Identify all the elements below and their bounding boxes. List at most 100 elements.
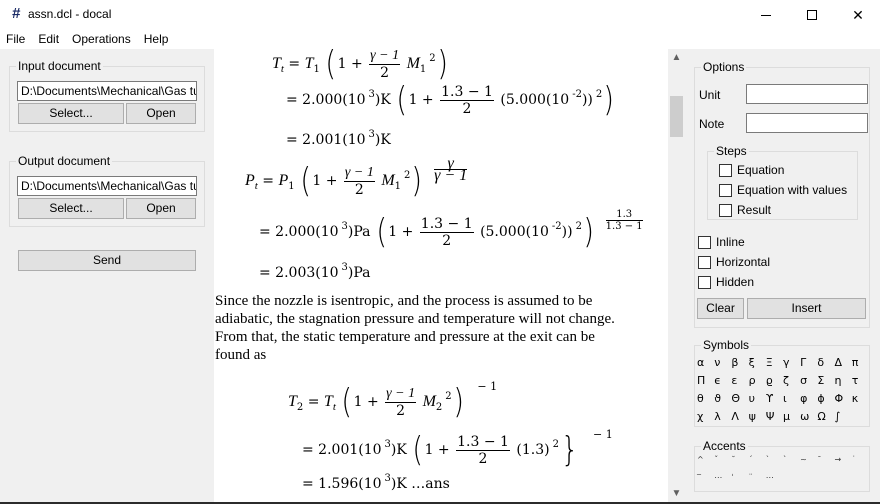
eq1-line2-unit: )K (374, 92, 391, 108)
symbol-button[interactable]: ι (783, 390, 800, 407)
symbol-button[interactable]: π (852, 354, 869, 371)
symbol-button[interactable]: δ (817, 354, 834, 371)
checkbox-box[interactable] (719, 183, 732, 197)
symbol-button[interactable]: χ (697, 408, 714, 425)
close-button[interactable]: ✕ (835, 0, 880, 30)
symbol-button[interactable]: τ (852, 372, 869, 389)
accent-button[interactable]: ˊ (749, 454, 766, 466)
symbol-button[interactable]: Θ (731, 390, 748, 407)
symbol-button[interactable]: Σ (817, 372, 834, 389)
output-path-field[interactable]: D:\Documents\Mechanical\Gas tu (17, 176, 197, 196)
accent-button[interactable]: ‾ (697, 472, 714, 484)
scroll-down-arrow-icon[interactable]: ▼ (668, 485, 685, 502)
accent-button[interactable]: ˈ (731, 472, 748, 484)
insert-button[interactable]: Insert (747, 298, 866, 319)
accent-button[interactable]: ¯ (817, 454, 834, 466)
symbol-button[interactable]: σ (800, 372, 817, 389)
eq2-mach: M (381, 172, 395, 189)
symbol-button[interactable]: α (697, 354, 714, 371)
eq3-line2-val: (1.3) (516, 442, 550, 458)
maximize-button[interactable] (789, 0, 835, 30)
step-result-checkbox[interactable]: Result (719, 203, 771, 217)
symbol-button[interactable]: θ (697, 390, 714, 407)
symbol-button[interactable]: η (835, 372, 852, 389)
eq1-rhs-sub: 1 (313, 64, 320, 75)
input-open-button[interactable]: Open (126, 103, 196, 124)
symbol-button[interactable]: Λ (731, 408, 748, 425)
symbol-button[interactable]: Φ (835, 390, 852, 407)
symbol-button[interactable]: Γ (800, 354, 817, 371)
eq2-line2-prefix: = 2.000(10 (259, 224, 339, 240)
accent-button[interactable]: ˇ (714, 454, 731, 466)
symbol-button[interactable]: ϒ (766, 390, 783, 407)
accent-button[interactable]: ^ (697, 454, 714, 466)
checkbox-box[interactable] (698, 235, 711, 249)
symbol-button[interactable]: μ (783, 408, 800, 425)
symbol-button[interactable]: ϑ (714, 390, 731, 407)
menu-help[interactable]: Help (144, 30, 176, 49)
symbol-button[interactable]: φ (800, 390, 817, 407)
accent-button[interactable]: ⋯ (766, 472, 783, 484)
menu-file[interactable]: File (6, 30, 32, 49)
symbol-button[interactable]: ε (731, 372, 748, 389)
eq3-one: 1 + (353, 394, 379, 410)
symbol-button[interactable]: ξ (749, 354, 766, 371)
symbol-button[interactable]: Ω (817, 408, 834, 425)
symbol-button[interactable]: ϕ (817, 390, 834, 407)
output-open-button[interactable]: Open (126, 198, 196, 219)
eq2-line2-val-close: )) (561, 224, 573, 240)
input-select-button[interactable]: Select... (18, 103, 124, 124)
checkbox-box[interactable] (719, 163, 732, 177)
unit-field[interactable] (746, 84, 868, 104)
document-viewer[interactable]: Tt = T1 (1 + γ − 12 M12) = 2.000(10 3)K (… (214, 49, 668, 502)
symbol-button[interactable]: ϵ (714, 372, 731, 389)
symbol-button[interactable]: κ (852, 390, 869, 407)
symbol-button[interactable]: ν (714, 354, 731, 371)
menu-edit[interactable]: Edit (38, 30, 66, 49)
eq2-line3: = 2.003(10 3)Pa (259, 262, 371, 281)
minimize-button[interactable] (743, 0, 789, 30)
scroll-thumb[interactable] (670, 96, 683, 138)
symbol-button[interactable]: ζ (783, 372, 800, 389)
symbol-button[interactable]: ρ (749, 372, 766, 389)
inline-label: Inline (716, 235, 745, 249)
symbol-button[interactable]: ω (800, 408, 817, 425)
accent-button[interactable]: → (835, 454, 852, 466)
send-button[interactable]: Send (18, 250, 196, 271)
note-field[interactable] (746, 113, 868, 133)
input-path-field[interactable]: D:\Documents\Mechanical\Gas tu (17, 81, 197, 101)
step-equation-checkbox[interactable]: Equation (719, 163, 784, 177)
clear-button[interactable]: Clear (697, 298, 744, 319)
symbol-button[interactable]: ϱ (766, 372, 783, 389)
horizontal-checkbox[interactable]: Horizontal (698, 255, 770, 269)
output-select-button[interactable]: Select... (18, 198, 124, 219)
accent-button[interactable]: ˘ (731, 454, 748, 466)
symbol-button[interactable]: ψ (749, 408, 766, 425)
accent-button[interactable]: ˋ (783, 454, 800, 466)
step-equation-with-values-checkbox[interactable]: Equation with values (719, 183, 847, 197)
symbol-button[interactable]: Δ (835, 354, 852, 371)
accent-button[interactable]: ⋯ (714, 472, 731, 484)
symbol-button[interactable]: ∫ (835, 408, 852, 425)
symbol-button[interactable]: γ (783, 354, 800, 371)
symbol-button[interactable]: Ψ (766, 408, 783, 425)
symbol-button[interactable]: Ξ (766, 354, 783, 371)
inline-checkbox[interactable]: Inline (698, 235, 745, 249)
symbol-button[interactable]: λ (714, 408, 731, 425)
checkbox-box[interactable] (698, 275, 711, 289)
checkbox-box[interactable] (719, 203, 732, 217)
document-scrollbar[interactable]: ▲ ▼ (668, 49, 685, 502)
menu-operations[interactable]: Operations (72, 30, 138, 49)
hidden-checkbox[interactable]: Hidden (698, 275, 754, 289)
accent-button[interactable]: ~ (800, 454, 817, 466)
scroll-up-arrow-icon[interactable]: ▲ (668, 49, 685, 66)
symbol-button[interactable]: β (731, 354, 748, 371)
symbol-button[interactable]: υ (749, 390, 766, 407)
accent-button[interactable]: ˙ (852, 454, 869, 466)
eq1-mach: M (406, 55, 420, 72)
checkbox-box[interactable] (698, 255, 711, 269)
accent-button[interactable]: ¨ (749, 472, 766, 484)
document-paragraph: Since the nozzle is isentropic, and the … (215, 293, 615, 363)
accent-button[interactable]: ˋ (766, 454, 783, 466)
symbol-button[interactable]: Π (697, 372, 714, 389)
